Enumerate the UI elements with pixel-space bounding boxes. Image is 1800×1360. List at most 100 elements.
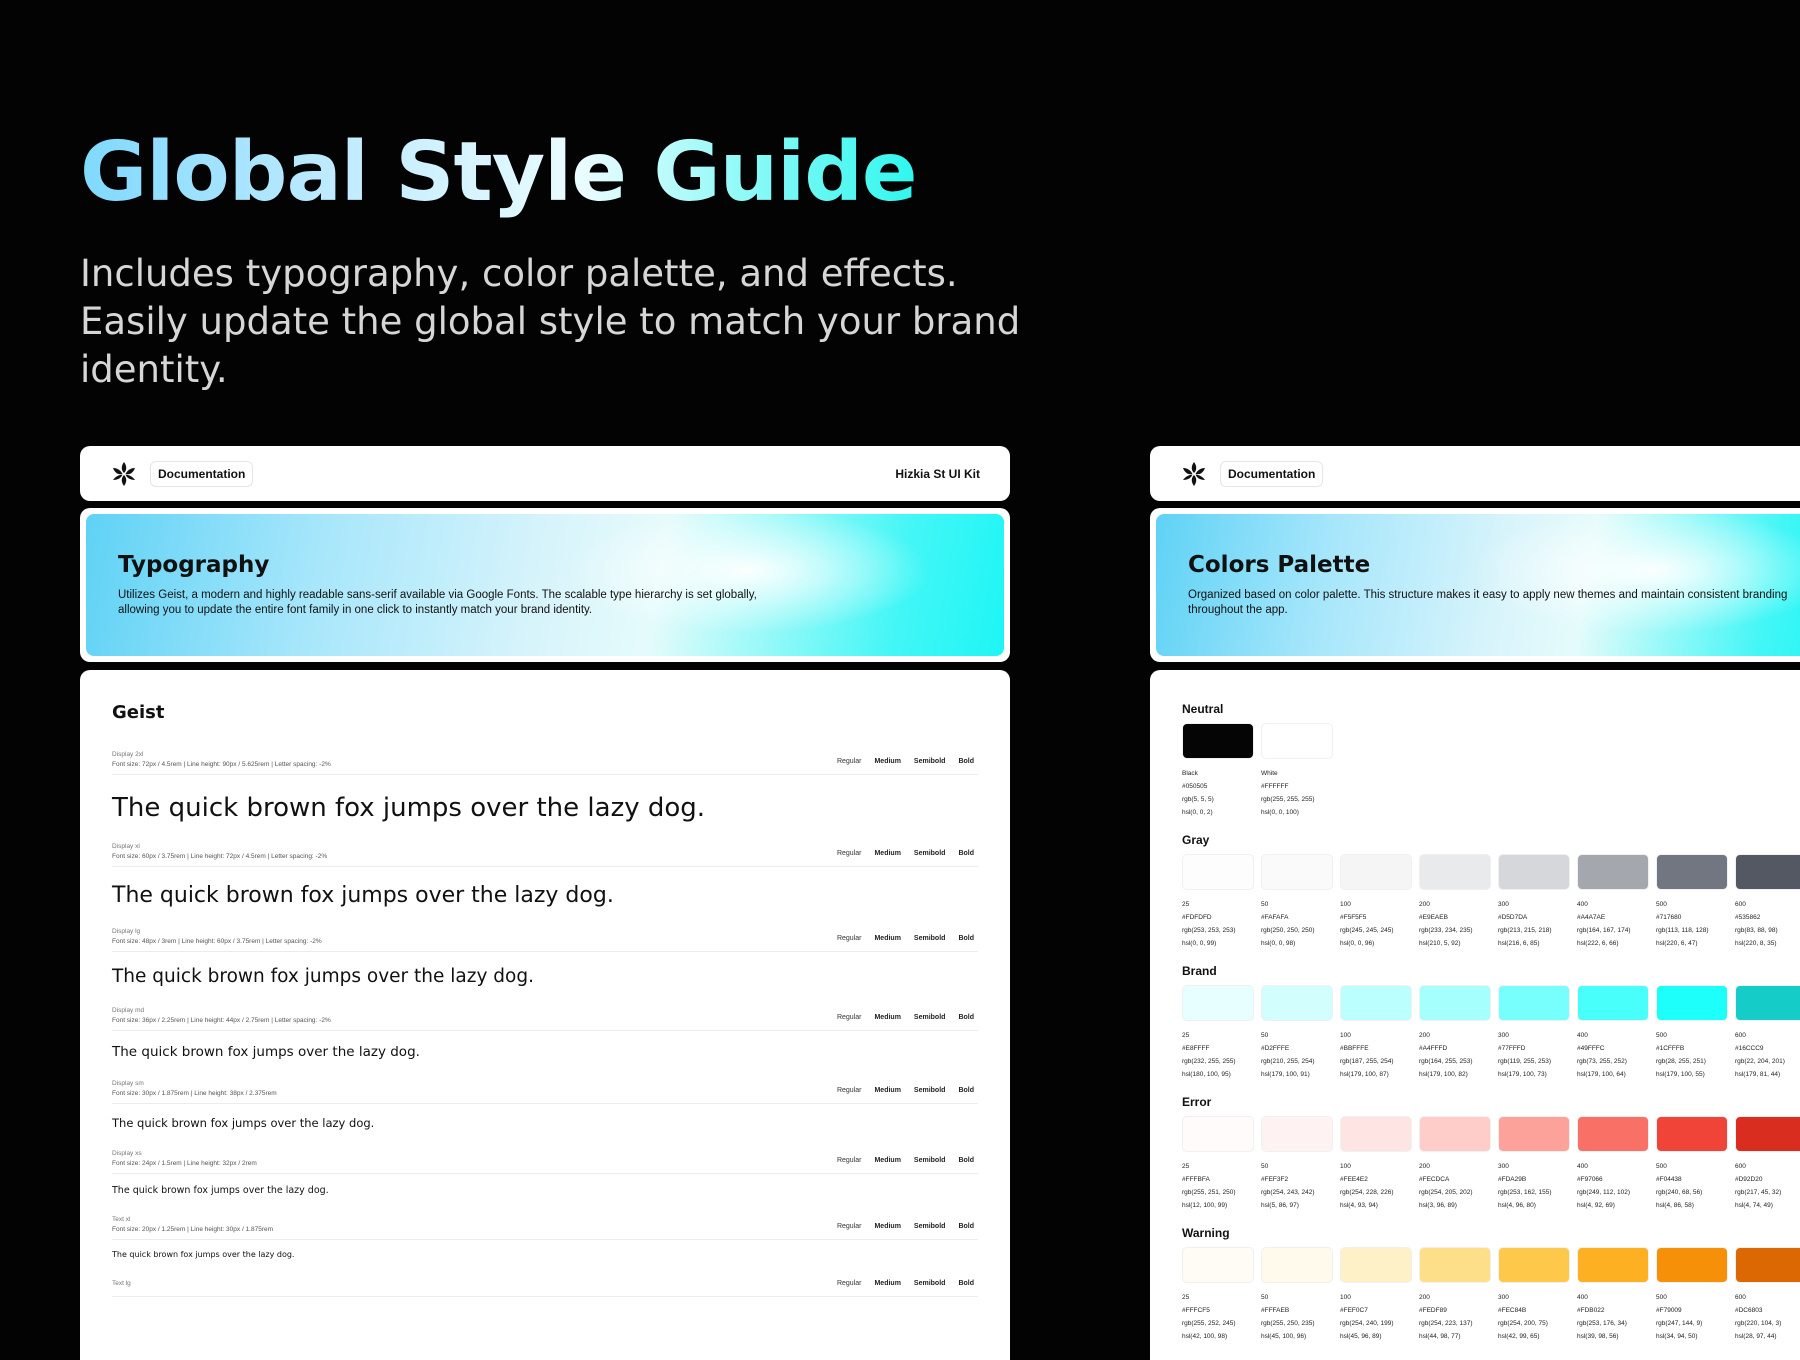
- color-chip[interactable]: [1656, 1247, 1728, 1283]
- color-chip[interactable]: [1419, 1116, 1491, 1152]
- weight-option-regular[interactable]: Regular: [833, 1011, 866, 1024]
- color-swatch[interactable]: 300 #FDA29B rgb(253, 162, 155) hsl(4, 96, 8…: [1498, 1116, 1570, 1212]
- weight-option-bold[interactable]: Bold: [954, 847, 978, 860]
- color-chip[interactable]: [1656, 1116, 1728, 1152]
- color-swatch[interactable]: 100 #FEF0C7 rgb(254, 240, 199) hsl(45, 96, …: [1340, 1247, 1412, 1343]
- color-swatch[interactable]: 500 #F79009 rgb(247, 144, 9) hsl(34, 94, 50…: [1656, 1247, 1728, 1343]
- color-swatch[interactable]: 100 #F5F5F5 rgb(245, 245, 245) hsl(0, 0, 96…: [1340, 854, 1412, 950]
- color-swatch[interactable]: 600 #16CCC9 rgb(22, 204, 201) hsl(179, 81, …: [1735, 985, 1800, 1081]
- color-swatch[interactable]: 200 #E9EAEB rgb(233, 234, 235) hsl(210, 5, …: [1419, 854, 1491, 950]
- color-chip[interactable]: [1182, 723, 1254, 759]
- color-chip[interactable]: [1261, 723, 1333, 759]
- color-swatch[interactable]: 500 #F04438 rgb(240, 68, 56) hsl(4, 86, 58): [1656, 1116, 1728, 1212]
- color-swatch[interactable]: 200 #A4FFFD rgb(164, 255, 253) hsl(179, 100…: [1419, 985, 1491, 1081]
- color-swatch[interactable]: 100 #FEE4E2 rgb(254, 228, 226) hsl(4, 93, 9…: [1340, 1116, 1412, 1212]
- color-swatch[interactable]: 500 #717680 rgb(113, 118, 128) hsl(220, 6, …: [1656, 854, 1728, 950]
- color-swatch[interactable]: 400 #A4A7AE rgb(164, 167, 174) hsl(222, 6, …: [1577, 854, 1649, 950]
- weight-option-regular[interactable]: Regular: [833, 1220, 866, 1233]
- weight-option-semibold[interactable]: Semibold: [910, 1011, 950, 1024]
- weight-option-medium[interactable]: Medium: [870, 847, 904, 860]
- color-swatch[interactable]: 600 #535862 rgb(83, 88, 98) hsl(220, 8, 35): [1735, 854, 1800, 950]
- color-chip[interactable]: [1656, 854, 1728, 890]
- weight-option-regular[interactable]: Regular: [833, 1154, 866, 1167]
- color-chip[interactable]: [1182, 854, 1254, 890]
- color-swatch[interactable]: 400 #49FFFC rgb(73, 255, 252) hsl(179, 100,…: [1577, 985, 1649, 1081]
- weight-option-semibold[interactable]: Semibold: [910, 1084, 950, 1097]
- color-swatch[interactable]: 400 #F97066 rgb(249, 112, 102) hsl(4, 92, 6…: [1577, 1116, 1649, 1212]
- weight-option-semibold[interactable]: Semibold: [910, 932, 950, 945]
- color-swatch[interactable]: 50 #FFFAEB rgb(255, 250, 235) hsl(45, 100, …: [1261, 1247, 1333, 1343]
- color-chip[interactable]: [1261, 985, 1333, 1021]
- weight-option-semibold[interactable]: Semibold: [910, 1277, 950, 1290]
- weight-option-regular[interactable]: Regular: [833, 1277, 866, 1290]
- color-swatch[interactable]: 200 #FEDF89 rgb(254, 223, 137) hsl(44, 98, …: [1419, 1247, 1491, 1343]
- color-swatch[interactable]: 200 #FECDCA rgb(254, 205, 202) hsl(3, 96, 8…: [1419, 1116, 1491, 1212]
- color-chip[interactable]: [1735, 985, 1800, 1021]
- color-swatch[interactable]: 50 #D2FFFE rgb(210, 255, 254) hsl(179, 100,…: [1261, 985, 1333, 1081]
- weight-option-bold[interactable]: Bold: [954, 1154, 978, 1167]
- weight-option-regular[interactable]: Regular: [833, 847, 866, 860]
- color-chip[interactable]: [1261, 1247, 1333, 1283]
- weight-option-semibold[interactable]: Semibold: [910, 1154, 950, 1167]
- color-chip[interactable]: [1577, 1116, 1649, 1152]
- color-swatch[interactable]: 50 #FEF3F2 rgb(254, 243, 242) hsl(5, 86, 97…: [1261, 1116, 1333, 1212]
- color-chip[interactable]: [1577, 854, 1649, 890]
- weight-option-medium[interactable]: Medium: [870, 932, 904, 945]
- documentation-tab[interactable]: Documentation: [1220, 460, 1324, 487]
- color-chip[interactable]: [1735, 854, 1800, 890]
- color-swatch[interactable]: 300 #FEC84B rgb(254, 200, 75) hsl(42, 99, 6…: [1498, 1247, 1570, 1343]
- weight-option-bold[interactable]: Bold: [954, 1084, 978, 1097]
- color-swatch[interactable]: 300 #D5D7DA rgb(213, 215, 218) hsl(216, 6, …: [1498, 854, 1570, 950]
- color-chip[interactable]: [1340, 985, 1412, 1021]
- color-chip[interactable]: [1182, 1116, 1254, 1152]
- weight-option-regular[interactable]: Regular: [833, 755, 866, 768]
- color-chip[interactable]: [1419, 985, 1491, 1021]
- color-chip[interactable]: [1419, 854, 1491, 890]
- color-chip[interactable]: [1340, 1247, 1412, 1283]
- weight-option-regular[interactable]: Regular: [833, 932, 866, 945]
- color-swatch[interactable]: 25 #FFFBFA rgb(255, 251, 250) hsl(12, 100, …: [1182, 1116, 1254, 1212]
- weight-option-medium[interactable]: Medium: [870, 1011, 904, 1024]
- color-chip[interactable]: [1498, 1247, 1570, 1283]
- weight-option-bold[interactable]: Bold: [954, 1277, 978, 1290]
- weight-option-semibold[interactable]: Semibold: [910, 755, 950, 768]
- color-swatch[interactable]: 600 #DC6803 rgb(220, 104, 3) hsl(28, 97, 44…: [1735, 1247, 1800, 1343]
- color-swatch[interactable]: 25 #FDFDFD rgb(253, 253, 253) hsl(0, 0, 99): [1182, 854, 1254, 950]
- weight-option-semibold[interactable]: Semibold: [910, 847, 950, 860]
- weight-option-bold[interactable]: Bold: [954, 1220, 978, 1233]
- weight-option-bold[interactable]: Bold: [954, 755, 978, 768]
- weight-option-medium[interactable]: Medium: [870, 1084, 904, 1097]
- color-swatch[interactable]: 25 #FFFCF5 rgb(255, 252, 245) hsl(42, 100, …: [1182, 1247, 1254, 1343]
- weight-option-bold[interactable]: Bold: [954, 1011, 978, 1024]
- color-chip[interactable]: [1419, 1247, 1491, 1283]
- color-chip[interactable]: [1340, 1116, 1412, 1152]
- color-swatch[interactable]: 300 #77FFFD rgb(119, 255, 253) hsl(179, 100…: [1498, 985, 1570, 1081]
- color-swatch[interactable]: 400 #FDB022 rgb(253, 176, 34) hsl(39, 98, 5…: [1577, 1247, 1649, 1343]
- color-swatch[interactable]: 25 #E8FFFF rgb(232, 255, 255) hsl(180, 100,…: [1182, 985, 1254, 1081]
- color-chip[interactable]: [1340, 854, 1412, 890]
- color-chip[interactable]: [1261, 854, 1333, 890]
- color-chip[interactable]: [1261, 1116, 1333, 1152]
- weight-option-bold[interactable]: Bold: [954, 932, 978, 945]
- color-chip[interactable]: [1182, 985, 1254, 1021]
- color-chip[interactable]: [1498, 985, 1570, 1021]
- documentation-tab[interactable]: Documentation: [150, 460, 254, 487]
- weight-option-medium[interactable]: Medium: [870, 755, 904, 768]
- color-chip[interactable]: [1498, 854, 1570, 890]
- color-swatch[interactable]: Black #050505 rgb(5, 5, 5) hsl(0, 0, 2): [1182, 723, 1254, 819]
- color-chip[interactable]: [1735, 1247, 1800, 1283]
- color-chip[interactable]: [1735, 1116, 1800, 1152]
- weight-option-medium[interactable]: Medium: [870, 1154, 904, 1167]
- color-chip[interactable]: [1498, 1116, 1570, 1152]
- color-swatch[interactable]: 500 #1CFFFB rgb(28, 255, 251) hsl(179, 100,…: [1656, 985, 1728, 1081]
- weight-option-semibold[interactable]: Semibold: [910, 1220, 950, 1233]
- color-swatch[interactable]: 600 #D92D20 rgb(217, 45, 32) hsl(4, 74, 49): [1735, 1116, 1800, 1212]
- weight-option-medium[interactable]: Medium: [870, 1220, 904, 1233]
- weight-option-regular[interactable]: Regular: [833, 1084, 866, 1097]
- color-chip[interactable]: [1577, 1247, 1649, 1283]
- color-chip[interactable]: [1182, 1247, 1254, 1283]
- color-chip[interactable]: [1577, 985, 1649, 1021]
- color-chip[interactable]: [1656, 985, 1728, 1021]
- weight-option-medium[interactable]: Medium: [870, 1277, 904, 1290]
- color-swatch[interactable]: 50 #FAFAFA rgb(250, 250, 250) hsl(0, 0, 98): [1261, 854, 1333, 950]
